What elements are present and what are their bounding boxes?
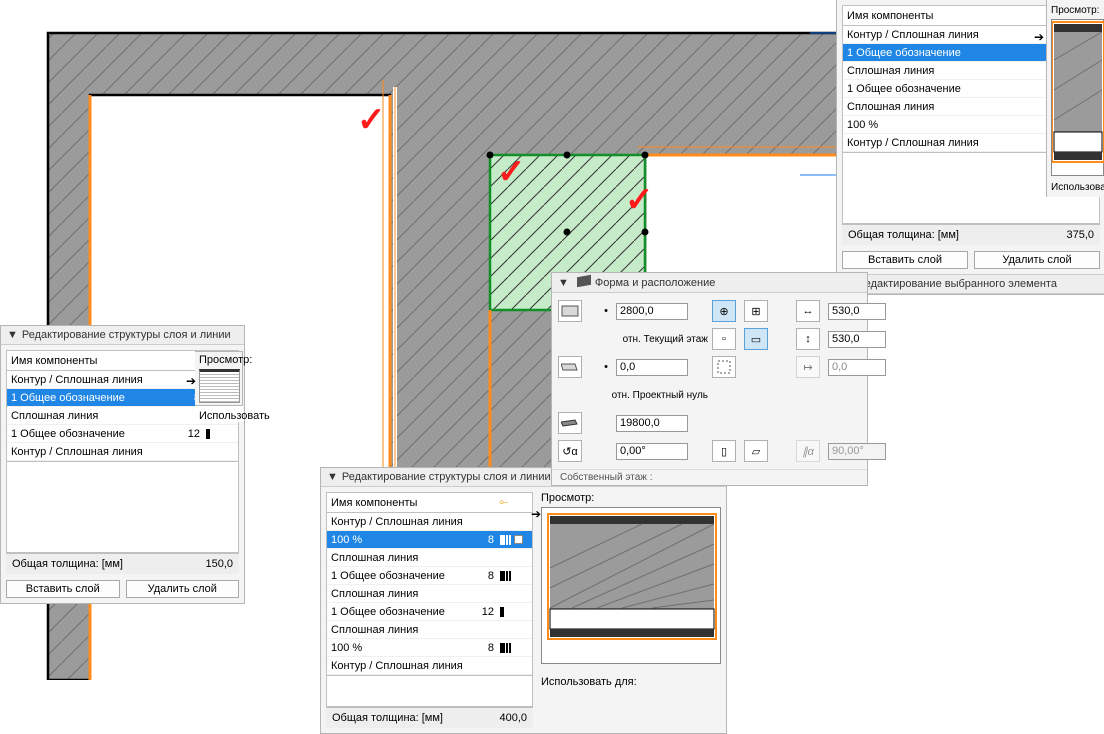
structure-panel-title: Редактирование структуры слоя и линии bbox=[22, 329, 231, 341]
anchor-center-icon[interactable]: ⊕ bbox=[712, 300, 736, 322]
angle2-icon[interactable]: ∥α bbox=[796, 440, 820, 462]
total-thickness-label: Общая толщина: [мм] bbox=[848, 229, 1066, 241]
slab-icon bbox=[577, 275, 591, 287]
width1-input[interactable] bbox=[828, 303, 886, 320]
row-menu-arrow[interactable]: ▸ bbox=[514, 535, 523, 544]
angle-mode-icon[interactable]: ↺α bbox=[558, 440, 582, 462]
preview-label: Просмотр: bbox=[541, 492, 721, 504]
preview-bottom bbox=[541, 507, 721, 664]
delete-layer-button[interactable]: Удалить слой bbox=[974, 251, 1100, 269]
structure-panel-bottom: ▼Редактирование структуры слоя и линии И… bbox=[320, 467, 727, 734]
total-thickness-value: 150,0 bbox=[205, 558, 233, 570]
offset-input[interactable] bbox=[828, 359, 886, 376]
layer-row[interactable]: Контур / Сплошная линия bbox=[327, 657, 532, 675]
preview-arrow-icon: ➔ bbox=[186, 374, 196, 388]
total-thickness-label: Общая толщина: [мм] bbox=[332, 712, 499, 724]
rel-zero-input[interactable] bbox=[616, 415, 688, 432]
link-icon: • bbox=[600, 361, 612, 373]
form-position-header[interactable]: ▼Форма и расположение bbox=[552, 273, 867, 293]
rel-story-label: отн. Текущий этаж bbox=[600, 334, 708, 345]
height-input[interactable] bbox=[616, 303, 688, 320]
form-position-title: Форма и расположение bbox=[595, 277, 715, 289]
draw-mode1-icon[interactable]: ▫ bbox=[712, 328, 736, 350]
layer-row[interactable]: Контур / Сплошная линия bbox=[7, 443, 238, 461]
anchor-corner-icon[interactable]: ⊞ bbox=[744, 300, 768, 322]
height-link-icon: • bbox=[600, 305, 612, 317]
own-story-label: Собственный этаж : bbox=[552, 469, 867, 485]
use-for-label: Использовать bbox=[199, 410, 270, 422]
preview-left: Просмотр: Использовать bbox=[195, 351, 243, 422]
insert-layer-button[interactable]: Вставить слой bbox=[842, 251, 968, 269]
preview-arrow-icon: ➔ bbox=[1034, 30, 1044, 44]
layers-table-bottom[interactable]: Имя компоненты⟜ Контур / Сплошная линия1… bbox=[326, 492, 533, 676]
draw-mode2-icon[interactable]: ▭ bbox=[744, 328, 768, 350]
shape-rect-icon[interactable] bbox=[558, 300, 582, 322]
preview-right: Просмотр: Использовать bbox=[1046, 0, 1104, 197]
col-component-name: Имя компоненты bbox=[331, 497, 499, 509]
layer-row[interactable]: Сплошная линия bbox=[327, 549, 532, 567]
col-component-name: Имя компоненты bbox=[11, 355, 205, 367]
layer-row[interactable]: Контур / Сплошная линия bbox=[327, 513, 532, 531]
preview-label: Просмотр: bbox=[199, 354, 252, 366]
use-for-label: Использовать для: bbox=[541, 676, 721, 688]
selected-element-header[interactable]: ▼Редактирование выбранного элемента bbox=[837, 274, 1104, 294]
form-position-panel: ▼Форма и расположение • ⊕ ⊞ ↔ отн. Текущ… bbox=[551, 272, 868, 486]
mirror-v-icon[interactable]: ▯ bbox=[712, 440, 736, 462]
width2-input[interactable] bbox=[828, 331, 886, 348]
angle2-input bbox=[828, 443, 886, 460]
insert-layer-button[interactable]: Вставить слой bbox=[6, 580, 120, 598]
preview-arrow-icon: ➔ bbox=[531, 507, 541, 521]
mirror-h-icon[interactable]: ▱ bbox=[744, 440, 768, 462]
preview-label: Просмотр: bbox=[1051, 5, 1099, 16]
structure-panel-header[interactable]: ▼Редактирование структуры слоя и линии bbox=[1, 326, 244, 345]
width-icon[interactable]: ↔ bbox=[796, 300, 820, 322]
key-icon: ⟜ bbox=[499, 496, 508, 509]
layer-row[interactable]: Сплошная линия bbox=[327, 585, 532, 603]
rel-story-input[interactable] bbox=[616, 359, 688, 376]
shape-tilt-icon[interactable] bbox=[558, 412, 582, 434]
total-thickness-label: Общая толщина: [мм] bbox=[12, 558, 205, 570]
layer-row[interactable]: 1 Общее обозначение8 bbox=[327, 567, 532, 585]
angle-input[interactable] bbox=[616, 443, 688, 460]
selected-element-title: Редактирование выбранного элемента bbox=[858, 278, 1057, 290]
pattern-icon[interactable] bbox=[712, 356, 736, 378]
layer-row[interactable]: 1 Общее обозначение12 bbox=[327, 603, 532, 621]
rel-zero-label: отн. Проектный нуль bbox=[600, 390, 708, 401]
layer-row[interactable]: 1 Общее обозначение12 bbox=[7, 425, 238, 443]
layer-row[interactable]: 100 %8▸ bbox=[327, 531, 532, 549]
height-icon[interactable]: ↕ bbox=[796, 328, 820, 350]
col-component-name: Имя компоненты bbox=[847, 10, 1066, 22]
offset-icon[interactable]: ↦ bbox=[796, 356, 820, 378]
delete-layer-button[interactable]: Удалить слой bbox=[126, 580, 240, 598]
layer-row[interactable]: Сплошная линия bbox=[327, 621, 532, 639]
total-thickness-value: 375,0 bbox=[1066, 229, 1094, 241]
total-thickness-value: 400,0 bbox=[499, 712, 527, 724]
layer-row[interactable]: 100 %8 bbox=[327, 639, 532, 657]
structure-panel-title: Редактирование структуры слоя и линии bbox=[342, 471, 551, 483]
use-for-label: Использовать bbox=[1051, 182, 1104, 193]
shape-slab-icon[interactable] bbox=[558, 356, 582, 378]
